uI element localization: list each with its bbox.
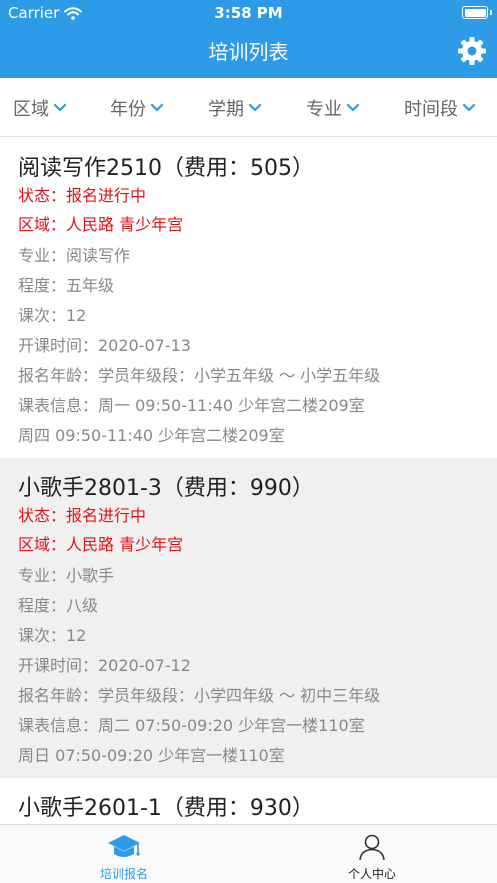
course-level: 程度：八级 — [18, 596, 99, 615]
course-list[interactable]: 阅读写作2510（费用：505） 状态：报名进行中 区域：人民路 青少年宫 专业… — [0, 138, 497, 824]
chevron-down-icon — [53, 103, 67, 112]
course-card[interactable]: 小歌手2601-1（费用：930） — [0, 778, 497, 824]
course-status: 状态：报名进行中 — [18, 186, 147, 205]
tab-personal-center-label: 个人中心 — [347, 867, 396, 881]
chevron-down-icon — [346, 103, 360, 112]
filter-time-slot-label: 时间段 — [404, 99, 458, 120]
filter-bar: 区域 年份 学期 专业 时间段 — [0, 78, 497, 137]
course-schedule: 课表信息：周二 07:50-09:20 少年宫一楼110室 — [18, 716, 365, 735]
status-time: 3:58 PM — [214, 4, 283, 22]
course-status: 状态：报名进行中 — [18, 506, 147, 525]
course-schedule-extra: 周四 09:50-11:40 少年宫二楼209室 — [18, 426, 285, 445]
gear-icon[interactable] — [457, 36, 487, 66]
status-bar: Carrier 3:58 PM — [0, 0, 497, 26]
chevron-down-icon — [462, 103, 476, 112]
course-title: 阅读写作2510（费用：505） — [18, 156, 314, 181]
tab-bar: 培训报名 个人中心 — [0, 824, 497, 883]
user-icon — [359, 834, 385, 861]
filter-region[interactable]: 区域 — [13, 95, 67, 121]
course-level: 程度：五年级 — [18, 276, 115, 295]
course-card[interactable]: 小歌手2801-3（费用：990） 状态：报名进行中 区域：人民路 青少年宫 专… — [0, 458, 497, 778]
course-sessions: 课次：12 — [18, 626, 87, 645]
battery-icon — [462, 6, 488, 19]
course-schedule: 课表信息：周一 09:50-11:40 少年宫二楼209室 — [18, 396, 365, 415]
filter-major-label: 专业 — [306, 99, 342, 120]
course-region: 区域：人民路 青少年宫 — [18, 215, 184, 234]
tab-training-signup-label: 培训报名 — [99, 867, 148, 881]
course-schedule-extra: 周日 07:50-09:20 少年宫一楼110室 — [18, 746, 285, 765]
filter-year[interactable]: 年份 — [110, 95, 164, 121]
course-start-date: 开课时间：2020-07-13 — [18, 336, 191, 355]
filter-year-label: 年份 — [110, 99, 146, 120]
course-age-range: 报名年龄：学员年级段：小学五年级 ～ 小学五年级 — [18, 366, 381, 385]
course-sessions: 课次：12 — [18, 306, 87, 325]
course-title: 小歌手2801-3（费用：990） — [18, 476, 314, 501]
course-age-range: 报名年龄：学员年级段：小学四年级 ～ 初中三年级 — [18, 686, 381, 705]
course-card[interactable]: 阅读写作2510（费用：505） 状态：报名进行中 区域：人民路 青少年宫 专业… — [0, 138, 497, 458]
filter-term-label: 学期 — [208, 99, 244, 120]
filter-major[interactable]: 专业 — [306, 95, 360, 121]
graduation-cap-icon — [108, 835, 140, 857]
filter-region-label: 区域 — [13, 99, 49, 120]
course-title: 小歌手2601-1（费用：930） — [18, 796, 314, 821]
app-header: Carrier 3:58 PM 培训列表 — [0, 0, 497, 78]
chevron-down-icon — [248, 103, 262, 112]
battery-cap — [490, 10, 492, 15]
tab-training-signup[interactable]: 培训报名 — [64, 833, 184, 882]
filter-time-slot[interactable]: 时间段 — [404, 95, 476, 121]
course-region: 区域：人民路 青少年宫 — [18, 535, 184, 554]
tab-personal-center[interactable]: 个人中心 — [312, 833, 432, 882]
filter-term[interactable]: 学期 — [208, 95, 262, 121]
chevron-down-icon — [150, 103, 164, 112]
course-major: 专业：阅读写作 — [18, 246, 131, 265]
page-title: 培训列表 — [208, 40, 289, 64]
course-major: 专业：小歌手 — [18, 566, 115, 585]
course-start-date: 开课时间：2020-07-12 — [18, 656, 191, 675]
